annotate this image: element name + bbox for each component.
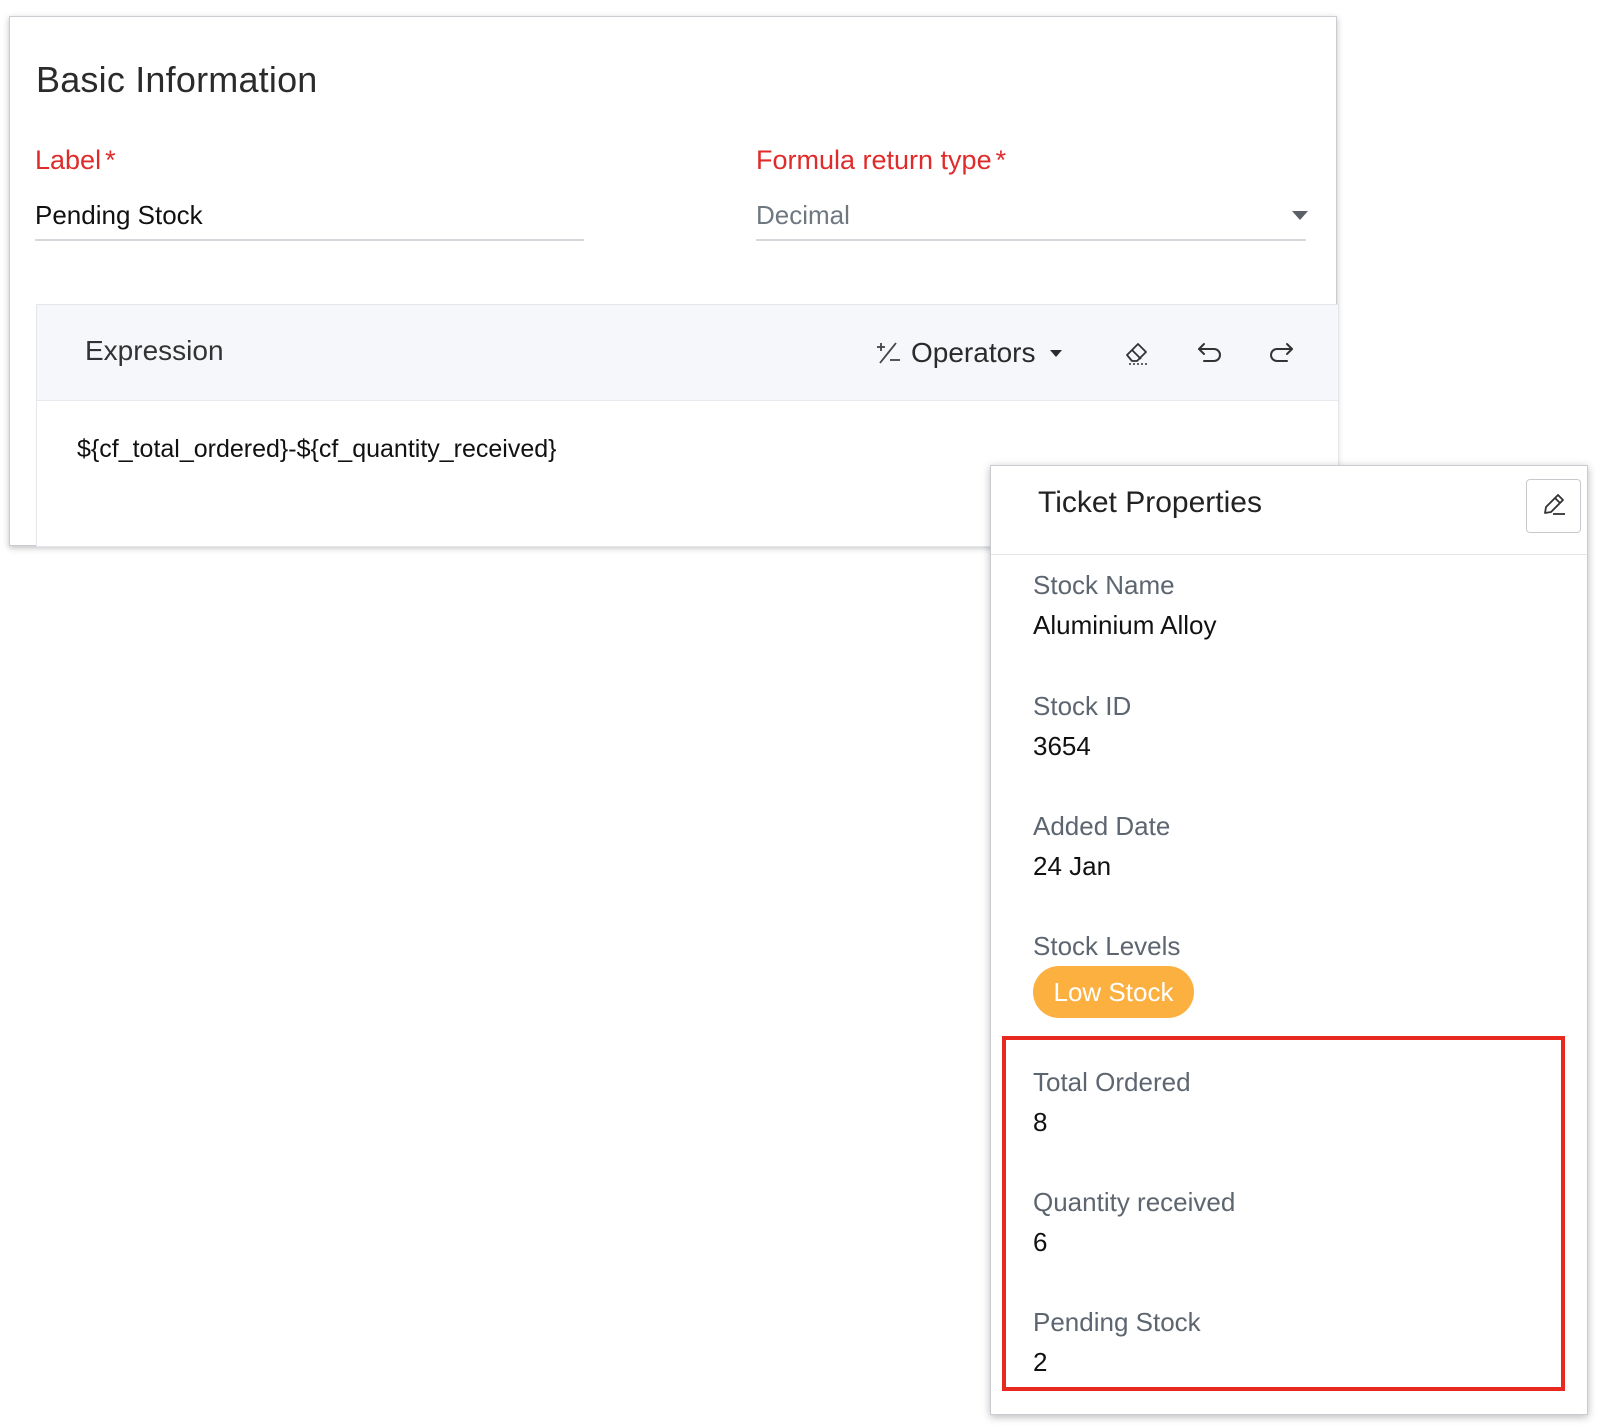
added-date-label: Added Date	[1033, 811, 1171, 841]
label-input[interactable]: Pending Stock	[35, 200, 203, 231]
required-asterisk: *	[105, 145, 116, 175]
return-type-select[interactable]: Decimal	[756, 200, 850, 231]
quantity-received-value: 6	[1033, 1227, 1048, 1257]
stock-id-label: Stock ID	[1033, 691, 1132, 721]
label-input-underline	[35, 239, 584, 241]
total-ordered-label: Total Ordered	[1033, 1067, 1191, 1097]
stock-name-value: Aluminium Alloy	[1033, 610, 1217, 640]
return-type-underline	[756, 239, 1306, 241]
ticket-properties-title: Ticket Properties	[1038, 486, 1262, 519]
section-title: Basic Information	[36, 59, 318, 100]
total-ordered-value: 8	[1033, 1107, 1048, 1137]
ticket-properties-header: Ticket Properties	[991, 466, 1587, 555]
stock-id-value: 3654	[1033, 731, 1091, 761]
undo-button[interactable]	[1192, 336, 1228, 372]
ticket-properties-panel: Ticket Properties Stock Name Aluminium A…	[990, 465, 1588, 1415]
redo-icon	[1267, 338, 1295, 371]
chevron-down-icon[interactable]	[1292, 211, 1308, 220]
expression-title: Expression	[85, 335, 224, 366]
operators-label: Operators	[911, 337, 1036, 368]
label-field-label-text: Label	[35, 145, 102, 175]
eraser-icon	[1123, 337, 1153, 372]
pending-stock-label: Pending Stock	[1033, 1307, 1201, 1337]
pencil-icon	[1540, 490, 1568, 523]
expression-input[interactable]: ${cf_total_ordered}-${cf_quantity_receiv…	[77, 435, 557, 464]
required-asterisk: *	[995, 145, 1007, 175]
stock-name-label: Stock Name	[1033, 570, 1175, 600]
redo-button[interactable]	[1263, 336, 1299, 372]
pending-stock-value: 2	[1033, 1347, 1048, 1377]
edit-button[interactable]	[1526, 479, 1581, 533]
plus-minus-icon	[873, 338, 903, 368]
expression-toolbar: Expression Operators	[37, 305, 1338, 401]
quantity-received-label: Quantity received	[1033, 1187, 1236, 1217]
return-type-label-text: Formula return type	[756, 145, 992, 175]
return-type-label: Formula return type *	[756, 145, 1006, 176]
label-field-label: Label *	[35, 145, 116, 176]
eraser-button[interactable]	[1120, 336, 1156, 372]
added-date-value: 24 Jan	[1033, 851, 1112, 881]
caret-down-icon	[1049, 349, 1062, 357]
operators-dropdown[interactable]: Operators	[873, 333, 1062, 373]
screenshot-stage: Basic Information Label * Pending Stock F…	[0, 0, 1600, 1426]
undo-icon	[1196, 338, 1224, 371]
stock-level-badge: Low Stock	[1033, 966, 1194, 1018]
stock-levels-label: Stock Levels	[1033, 931, 1181, 961]
